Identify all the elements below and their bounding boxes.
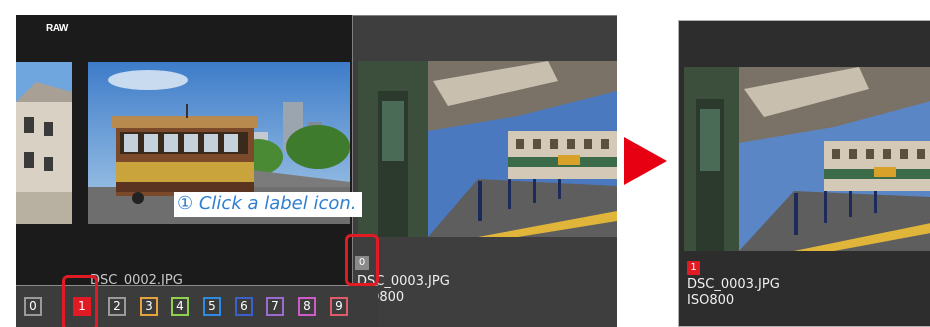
label-chip-3[interactable]: 3 [140,297,158,316]
selected-photo-panel[interactable]: 0 DSC_0003.JPG ISO800 [352,15,617,327]
label-chip-9[interactable]: 9 [330,297,348,316]
instruction-callout: ① Click a label icon. [174,192,362,217]
before-browser-view: RAW DSC_0002.JPG 0 DSC_0003.JPG ISO800 0… [16,15,617,327]
label-chip-8[interactable]: 8 [298,297,316,316]
label-chip-7[interactable]: 7 [266,297,284,316]
label-chip-4[interactable]: 4 [171,297,189,316]
thumbnail-previous[interactable] [16,62,72,224]
after-browser-view: 1 DSC_0003.JPG ISO800 [678,20,930,327]
highlight-label-1 [62,275,98,327]
label-chip-0[interactable]: 0 [24,297,42,316]
thumbnail-street[interactable] [358,61,617,237]
highlight-current-label [345,234,379,286]
thumbnail-street-result[interactable] [684,67,930,251]
label-chip-6[interactable]: 6 [235,297,253,316]
result-photo-meta: DSC_0003.JPG ISO800 [687,277,780,309]
label-icon-applied[interactable]: 1 [687,261,700,275]
result-iso: ISO800 [687,293,735,308]
label-chip-2[interactable]: 2 [108,297,126,316]
raw-badge: RAW [46,23,68,34]
result-filename: DSC_0003.JPG [687,277,780,292]
arrow-right-icon [624,137,667,185]
label-chip-5[interactable]: 5 [203,297,221,316]
